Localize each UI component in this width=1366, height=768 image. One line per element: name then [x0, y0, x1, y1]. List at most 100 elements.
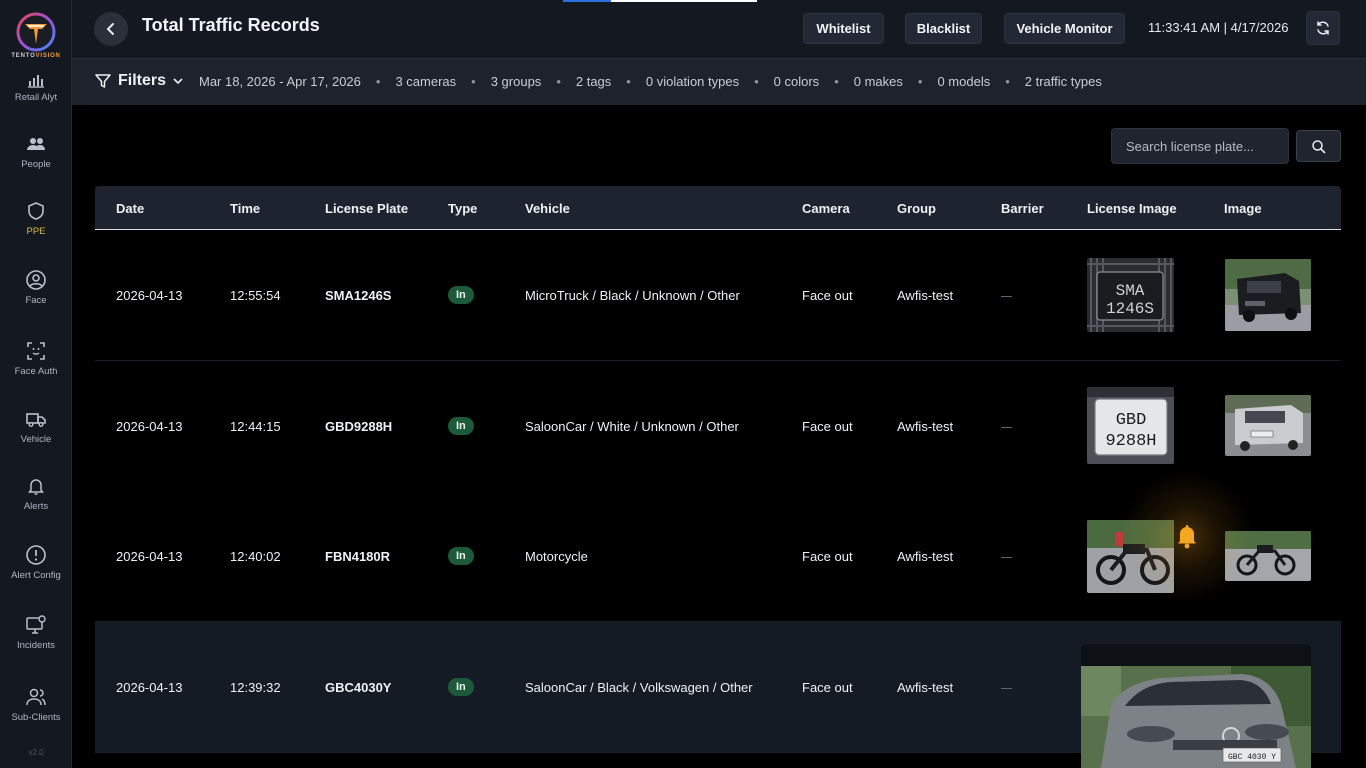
- cell-vehicle: Motorcycle: [525, 549, 588, 564]
- column-header-license-image[interactable]: License Image: [1087, 201, 1177, 216]
- sidebar-item-retail-alyt[interactable]: Retail Alyt: [0, 70, 72, 103]
- vehicle-image[interactable]: [1225, 395, 1311, 456]
- preview-plate-text: GBC 4030 Y: [1228, 753, 1276, 762]
- license-plate-image[interactable]: SMA 1246S: [1087, 258, 1174, 332]
- sidebar-item-face-auth[interactable]: Face Auth: [0, 340, 72, 377]
- type-badge: In: [448, 678, 474, 696]
- license-plate-image[interactable]: [1087, 520, 1174, 593]
- separator: •: [471, 74, 476, 89]
- sidebar-item-ppe[interactable]: PPE: [0, 200, 72, 237]
- table-row[interactable]: 2026-04-13 12:55:54 SMA1246S In MicroTru…: [95, 230, 1341, 361]
- back-button[interactable]: [94, 12, 128, 46]
- sidebar-item-alert-config[interactable]: Alert Config: [0, 544, 72, 581]
- cell-camera: Face out: [802, 419, 853, 434]
- bar-chart-icon: [28, 75, 44, 88]
- cell-group: Awfis-test: [897, 288, 954, 303]
- column-header-vehicle[interactable]: Vehicle: [525, 201, 570, 216]
- filter-groups[interactable]: 3 groups: [491, 74, 542, 89]
- sidebar-item-label: Retail Alyt: [14, 92, 58, 103]
- filter-bar: Filters Mar 18, 2026 - Apr 17, 2026 • 3 …: [72, 58, 1366, 105]
- sidebar-item-label: Sub-Clients: [11, 712, 61, 723]
- vehicle-image[interactable]: [1225, 259, 1311, 331]
- sidebar-item-people[interactable]: People: [0, 133, 72, 170]
- sidebar-item-incidents[interactable]: Incidents: [0, 614, 72, 651]
- blacklist-button[interactable]: Blacklist: [905, 13, 982, 44]
- alert-circle-icon: [26, 545, 46, 565]
- type-badge: In: [448, 417, 474, 435]
- column-header-barrier[interactable]: Barrier: [1001, 201, 1044, 216]
- sidebar: TENTOVISION Retail Alyt People PPE Face …: [0, 0, 72, 768]
- cell-time: 12:44:15: [230, 419, 281, 434]
- sidebar-item-alerts[interactable]: Alerts: [0, 475, 72, 512]
- cell-camera: Face out: [802, 549, 853, 564]
- filter-violation-types[interactable]: 0 violation types: [646, 74, 739, 89]
- users-icon: [26, 688, 46, 706]
- column-header-group[interactable]: Group: [897, 201, 936, 216]
- column-header-license-plate[interactable]: License Plate: [325, 201, 408, 216]
- sidebar-item-label: Alert Config: [11, 570, 61, 581]
- separator: •: [834, 74, 839, 89]
- table-header: Date Time License Plate Type Vehicle Cam…: [95, 186, 1341, 230]
- sidebar-item-label: People: [21, 159, 51, 170]
- column-header-type[interactable]: Type: [448, 201, 477, 216]
- filter-date-range[interactable]: Mar 18, 2026 - Apr 17, 2026: [199, 74, 361, 89]
- sidebar-item-label: Incidents: [16, 640, 56, 651]
- table-row[interactable]: 2026-04-13 12:40:02 FBN4180R In Motorcyc…: [95, 491, 1341, 622]
- table-row[interactable]: 2026-04-13 12:44:15 GBD9288H In SaloonCa…: [95, 361, 1341, 492]
- sidebar-item-label: Face Auth: [14, 366, 58, 377]
- cell-barrier: [1001, 557, 1012, 558]
- column-header-camera[interactable]: Camera: [802, 201, 850, 216]
- separator: •: [375, 74, 381, 89]
- sidebar-item-sub-clients[interactable]: Sub-Clients: [0, 686, 72, 723]
- filter-colors[interactable]: 0 colors: [774, 74, 820, 89]
- cell-license-plate: GBC4030Y: [325, 680, 392, 695]
- cell-license-plate: GBD9288H: [325, 419, 393, 434]
- sidebar-item-face[interactable]: Face: [0, 269, 72, 306]
- cell-license-plate: FBN4180R: [325, 549, 391, 564]
- vehicle-image-preview[interactable]: GBC 4030 Y: [1081, 644, 1311, 768]
- plate-text-line: 1246S: [1106, 300, 1154, 318]
- search-input[interactable]: [1111, 128, 1289, 164]
- search-icon: [1312, 139, 1326, 153]
- cell-barrier: [1001, 296, 1012, 297]
- cell-barrier: [1001, 427, 1012, 428]
- column-header-image[interactable]: Image: [1224, 201, 1262, 216]
- plate-text-line: GBD: [1116, 411, 1147, 430]
- separator: •: [917, 74, 923, 89]
- cell-group: Awfis-test: [897, 680, 954, 695]
- page-title: Total Traffic Records: [142, 15, 320, 35]
- license-plate-image[interactable]: GBD 9288H: [1087, 387, 1174, 464]
- column-header-date[interactable]: Date: [116, 201, 144, 216]
- filter-makes[interactable]: 0 makes: [854, 74, 903, 89]
- cell-barrier: [1001, 688, 1012, 689]
- separator: •: [626, 74, 631, 89]
- tentovision-logo[interactable]: [14, 10, 58, 58]
- plate-text-line: SMA: [1116, 282, 1145, 300]
- filter-traffic-types[interactable]: 2 traffic types: [1025, 74, 1102, 89]
- refresh-button[interactable]: [1306, 11, 1340, 45]
- cell-vehicle: SaloonCar / White / Unknown / Other: [525, 419, 739, 434]
- filters-label: Filters: [118, 72, 167, 89]
- column-header-time[interactable]: Time: [230, 201, 260, 216]
- loading-progress-bar: [563, 0, 757, 2]
- alert-bell-icon[interactable]: [1172, 521, 1202, 551]
- type-badge: In: [448, 547, 474, 565]
- filter-cameras[interactable]: 3 cameras: [395, 74, 456, 89]
- face-icon: [26, 270, 46, 290]
- shield-icon: [28, 202, 44, 220]
- whitelist-button[interactable]: Whitelist: [803, 13, 884, 44]
- cell-date: 2026-04-13: [116, 680, 183, 695]
- cell-vehicle: MicroTruck / Black / Unknown / Other: [525, 288, 740, 303]
- face-scan-icon: [27, 342, 45, 360]
- search-button[interactable]: [1296, 130, 1341, 162]
- filter-tags[interactable]: 2 tags: [576, 74, 611, 89]
- filters-toggle[interactable]: Filters: [94, 69, 184, 93]
- vehicle-image[interactable]: [1225, 531, 1311, 581]
- chevron-down-icon: [173, 78, 183, 85]
- monitor-gear-icon: [26, 615, 46, 634]
- sidebar-item-vehicle[interactable]: Vehicle: [0, 408, 72, 445]
- truck-icon: [26, 413, 46, 427]
- cell-camera: Face out: [802, 680, 853, 695]
- filter-models[interactable]: 0 models: [937, 74, 990, 89]
- vehicle-monitor-button[interactable]: Vehicle Monitor: [1004, 13, 1125, 44]
